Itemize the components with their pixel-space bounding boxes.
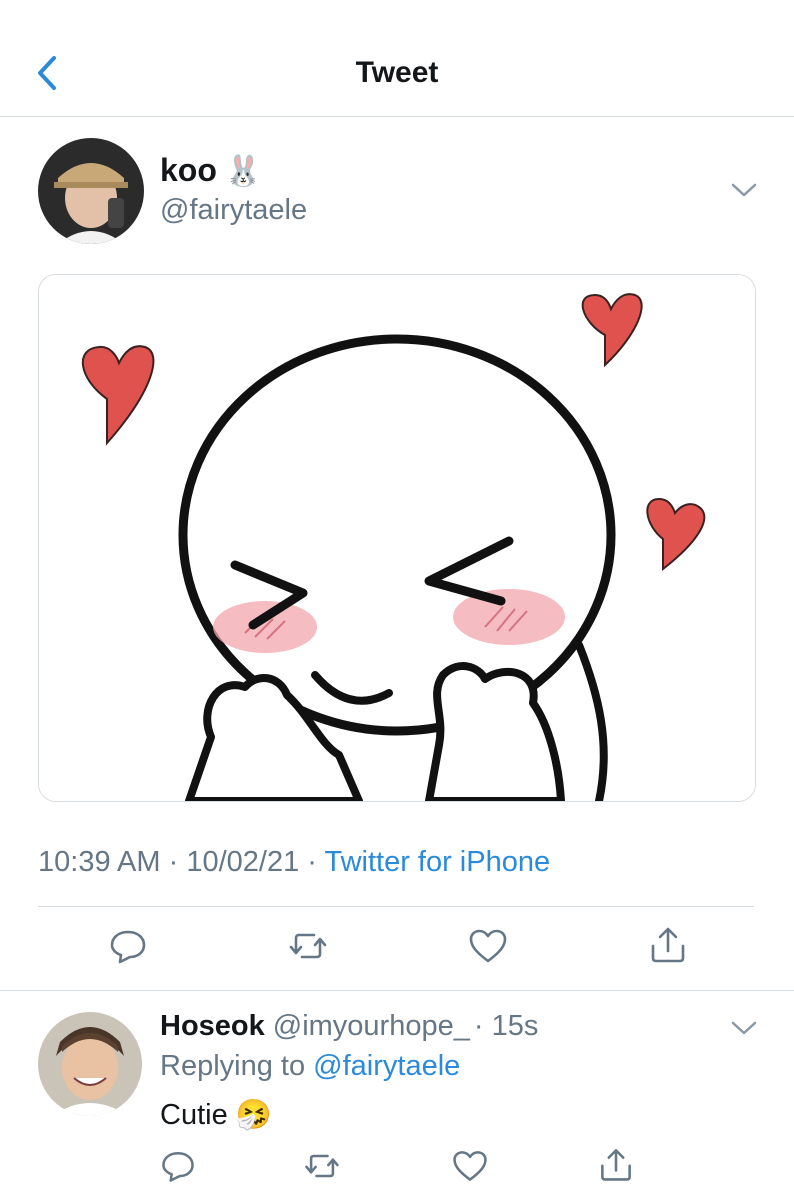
meta-separator: ·	[160, 846, 187, 878]
reply-text: Cutie	[160, 1099, 228, 1131]
blushing-face-with-hearts-image	[39, 275, 755, 801]
rabbit-face-icon: 🐰	[224, 155, 263, 188]
reply-avatar[interactable]	[38, 1012, 142, 1116]
author-handle[interactable]: @fairytaele	[160, 194, 307, 227]
author-name-text: koo	[160, 152, 217, 188]
reply-author-handle[interactable]: @imyourhope_	[273, 1010, 470, 1042]
reply-author-name[interactable]: Hoseok	[160, 1010, 265, 1042]
replying-to-mention-link[interactable]: @fairytaele	[313, 1050, 460, 1082]
replying-to: Replying to @fairytaele	[160, 1050, 460, 1083]
tweet-date: 10/02/21	[186, 846, 300, 878]
reply-reply-button[interactable]	[158, 1146, 202, 1190]
author-name[interactable]: koo 🐰	[160, 152, 262, 189]
reply-timestamp: · 15s	[473, 1010, 539, 1042]
tweet-time: 10:39 AM	[38, 846, 161, 878]
tweet-source-link[interactable]: Twitter for iPhone	[324, 846, 550, 878]
replying-to-prefix: Replying to	[160, 1050, 314, 1082]
divider	[38, 906, 754, 907]
heart-outline-icon	[469, 929, 507, 963]
reply-icon	[110, 930, 146, 964]
retweet-icon	[305, 1154, 339, 1178]
reply-icon	[162, 1152, 194, 1182]
sneezing-face-icon: 🤧	[235, 1099, 272, 1131]
share-icon	[651, 927, 685, 963]
page-title: Tweet	[355, 56, 439, 89]
reply-button[interactable]	[106, 924, 150, 968]
retweet-icon	[289, 933, 327, 959]
meta-separator: ·	[299, 846, 325, 878]
chevron-down-icon	[731, 183, 757, 197]
tweet-media-image[interactable]	[38, 274, 756, 802]
tweet-meta: 10:39 AM · 10/02/21 · Twitter for iPhone	[38, 846, 550, 879]
share-button[interactable]	[646, 922, 690, 966]
share-icon	[601, 1149, 631, 1181]
retweet-button[interactable]	[286, 924, 330, 968]
reply-body: Cutie 🤧	[160, 1098, 272, 1132]
top-bar: Tweet	[0, 0, 794, 117]
reply-header: Hoseok @imyourhope_ · 15s	[160, 1010, 538, 1043]
author-avatar[interactable]	[38, 138, 144, 244]
like-button[interactable]	[466, 924, 510, 968]
reply-like-button[interactable]	[450, 1146, 494, 1190]
section-divider	[0, 990, 794, 991]
reply-share-button[interactable]	[596, 1144, 640, 1188]
heart-outline-icon	[453, 1151, 487, 1181]
reply-retweet-button[interactable]	[302, 1146, 346, 1190]
reply-options-button[interactable]	[730, 1018, 758, 1038]
tweet-options-button[interactable]	[730, 180, 758, 200]
chevron-down-icon	[731, 1021, 757, 1035]
